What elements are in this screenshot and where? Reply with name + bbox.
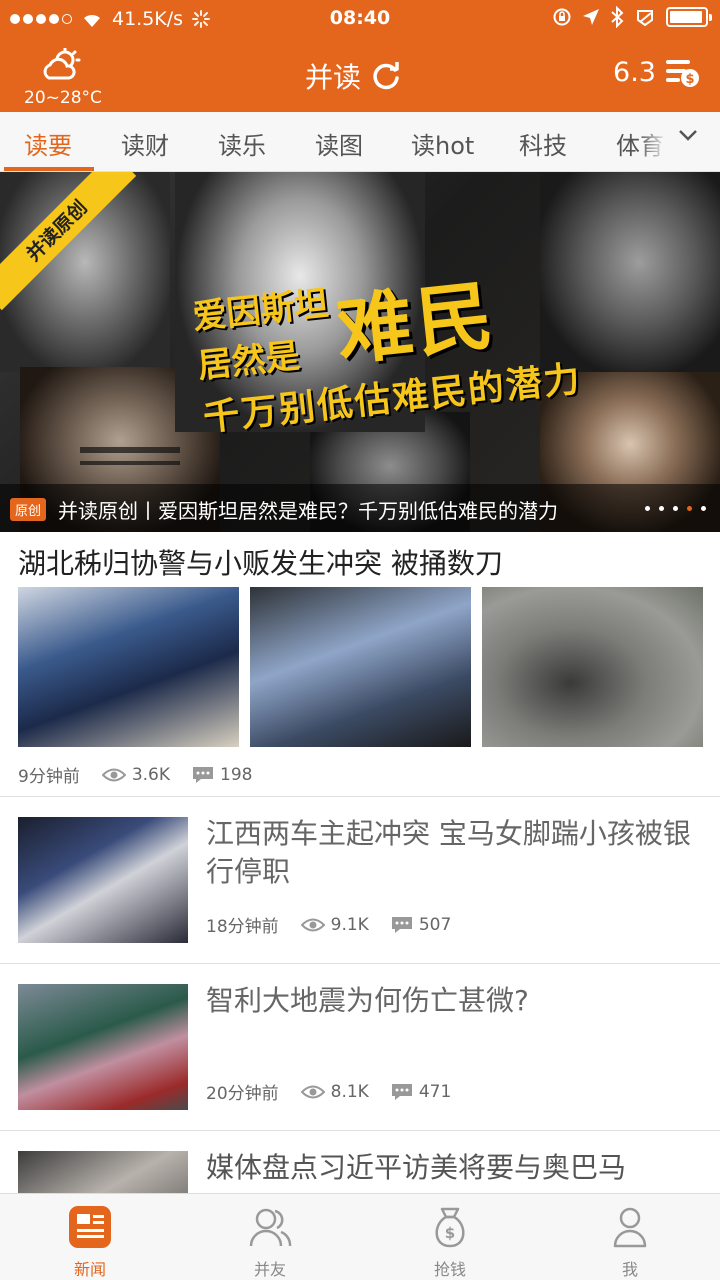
news-views: 9.1K bbox=[330, 914, 369, 935]
news-comments: 471 bbox=[418, 1081, 452, 1102]
nav-label: 抢钱 bbox=[433, 1260, 466, 1279]
news-meta: 9分钟前 3.6K 198 bbox=[18, 762, 253, 788]
news-time: 18分钟前 bbox=[206, 917, 279, 937]
eye-icon bbox=[101, 768, 126, 781]
news-image bbox=[482, 587, 703, 747]
news-thumbnail bbox=[18, 817, 188, 943]
news-title: 江西两车主起冲突 宝马女脚踹小孩被银行停职 bbox=[206, 817, 691, 888]
news-views: 3.6K bbox=[131, 764, 171, 785]
category-tabs: 读要 读财 读乐 读图 读hot 科技 体育 bbox=[0, 112, 720, 172]
svg-text:$: $ bbox=[685, 72, 694, 87]
bottom-navigation: 新闻 并友 $ 抢钱 我 bbox=[0, 1193, 720, 1280]
tab-du-hot[interactable]: 读hot bbox=[411, 126, 474, 161]
tabs-fade-overlay bbox=[638, 112, 668, 170]
news-title: 智利大地震为何伤亡甚微? bbox=[206, 984, 529, 1017]
tab-du-yao[interactable]: 读要 bbox=[24, 126, 72, 161]
bluetooth-icon bbox=[611, 6, 624, 28]
news-time: 9分钟前 bbox=[18, 767, 80, 787]
app-title: 并读 bbox=[305, 61, 362, 94]
chevron-down-icon[interactable] bbox=[678, 128, 698, 142]
news-image bbox=[18, 587, 239, 747]
nav-news[interactable]: 新闻 bbox=[0, 1204, 180, 1280]
banner-glasses-detail bbox=[80, 447, 180, 465]
news-time: 20分钟前 bbox=[206, 1084, 279, 1104]
news-comments: 507 bbox=[418, 914, 452, 935]
app-screen: 41.5K/s 08:40 20~28°C 并读 6.3 $ 读要 读财 读乐 … bbox=[0, 0, 720, 1280]
eye-icon bbox=[300, 1085, 325, 1098]
comment-icon bbox=[391, 1083, 412, 1100]
news-title: 媒体盘点习近平访美将要与奥巴马 bbox=[206, 1151, 627, 1184]
tab-tech[interactable]: 科技 bbox=[519, 126, 567, 161]
news-item[interactable]: 江西两车主起冲突 宝马女脚踹小孩被银行停职 18分钟前 9.1K 507 bbox=[0, 797, 720, 964]
nav-label: 我 bbox=[621, 1260, 638, 1279]
carousel-indicator bbox=[645, 506, 706, 511]
weather-temperature: 20~28°C bbox=[24, 88, 102, 108]
news-title: 湖北秭归协警与小贩发生冲突 被捅数刀 bbox=[18, 547, 503, 580]
friends-icon bbox=[249, 1208, 292, 1247]
news-item[interactable]: 智利大地震为何伤亡甚微? 20分钟前 8.1K 471 bbox=[0, 964, 720, 1131]
banner-caption: 并读原创丨爱因斯坦居然是难民？千万别低估难民的潜力 bbox=[58, 499, 558, 523]
nav-friends[interactable]: 并友 bbox=[180, 1204, 360, 1280]
nav-label: 新闻 bbox=[73, 1260, 106, 1279]
nav-grab-money[interactable]: $ 抢钱 bbox=[360, 1204, 540, 1280]
weather-widget[interactable]: 20~28°C bbox=[18, 46, 108, 108]
user-icon bbox=[613, 1207, 647, 1248]
score-widget[interactable]: 6.3 $ bbox=[613, 56, 700, 88]
news-views: 8.1K bbox=[330, 1081, 369, 1102]
comment-icon bbox=[193, 766, 214, 783]
news-item[interactable]: 湖北秭归协警与小贩发生冲突 被捅数刀 9分钟前 3.6K 198 bbox=[0, 532, 720, 797]
news-meta: 20分钟前 8.1K 471 bbox=[206, 1079, 452, 1105]
nav-me[interactable]: 我 bbox=[540, 1204, 720, 1280]
tab-du-tu[interactable]: 读图 bbox=[315, 126, 363, 161]
rotation-lock-icon bbox=[553, 8, 571, 26]
original-badge: 原创 bbox=[10, 498, 47, 521]
active-tab-indicator bbox=[4, 167, 94, 171]
news-icon bbox=[69, 1206, 111, 1248]
location-arrow-icon bbox=[583, 9, 599, 25]
news-comments: 198 bbox=[220, 764, 253, 785]
comment-icon bbox=[391, 916, 412, 933]
news-image bbox=[250, 587, 471, 747]
score-value: 6.3 bbox=[613, 56, 656, 88]
banner-caption-bar: 原创 并读原创丨爱因斯坦居然是难民？千万别低估难民的潜力 bbox=[0, 484, 720, 532]
refresh-icon[interactable] bbox=[371, 61, 401, 91]
status-right bbox=[552, 6, 712, 28]
headline-big: 难民 bbox=[332, 270, 501, 376]
top-bar: 41.5K/s 08:40 20~28°C 并读 6.3 $ bbox=[0, 0, 720, 112]
eye-icon bbox=[300, 918, 325, 931]
coin-list-icon: $ bbox=[666, 60, 699, 87]
weather-sun-cloud-icon bbox=[43, 46, 81, 80]
news-feed: 湖北秭归协警与小贩发生冲突 被捅数刀 9分钟前 3.6K 198 江西两车主起冲… bbox=[0, 532, 720, 1280]
nav-label: 并友 bbox=[253, 1260, 286, 1279]
news-meta: 18分钟前 9.1K 507 bbox=[206, 912, 452, 938]
tab-du-cai[interactable]: 读财 bbox=[121, 126, 169, 161]
featured-banner[interactable]: 并读原创 爱因斯坦 居然是 难民 千万别低估难民的潜力 原创 并读原创丨爱因斯坦… bbox=[0, 172, 720, 532]
news-thumbnail bbox=[18, 984, 188, 1110]
tab-du-le[interactable]: 读乐 bbox=[218, 126, 266, 161]
app-title-group[interactable]: 并读 bbox=[305, 56, 401, 96]
money-bag-icon: $ bbox=[435, 1207, 465, 1248]
status-bar: 41.5K/s 08:40 bbox=[0, 0, 720, 36]
svg-text:$: $ bbox=[445, 1224, 455, 1242]
battery-icon bbox=[666, 7, 712, 27]
do-not-disturb-icon bbox=[637, 10, 653, 27]
